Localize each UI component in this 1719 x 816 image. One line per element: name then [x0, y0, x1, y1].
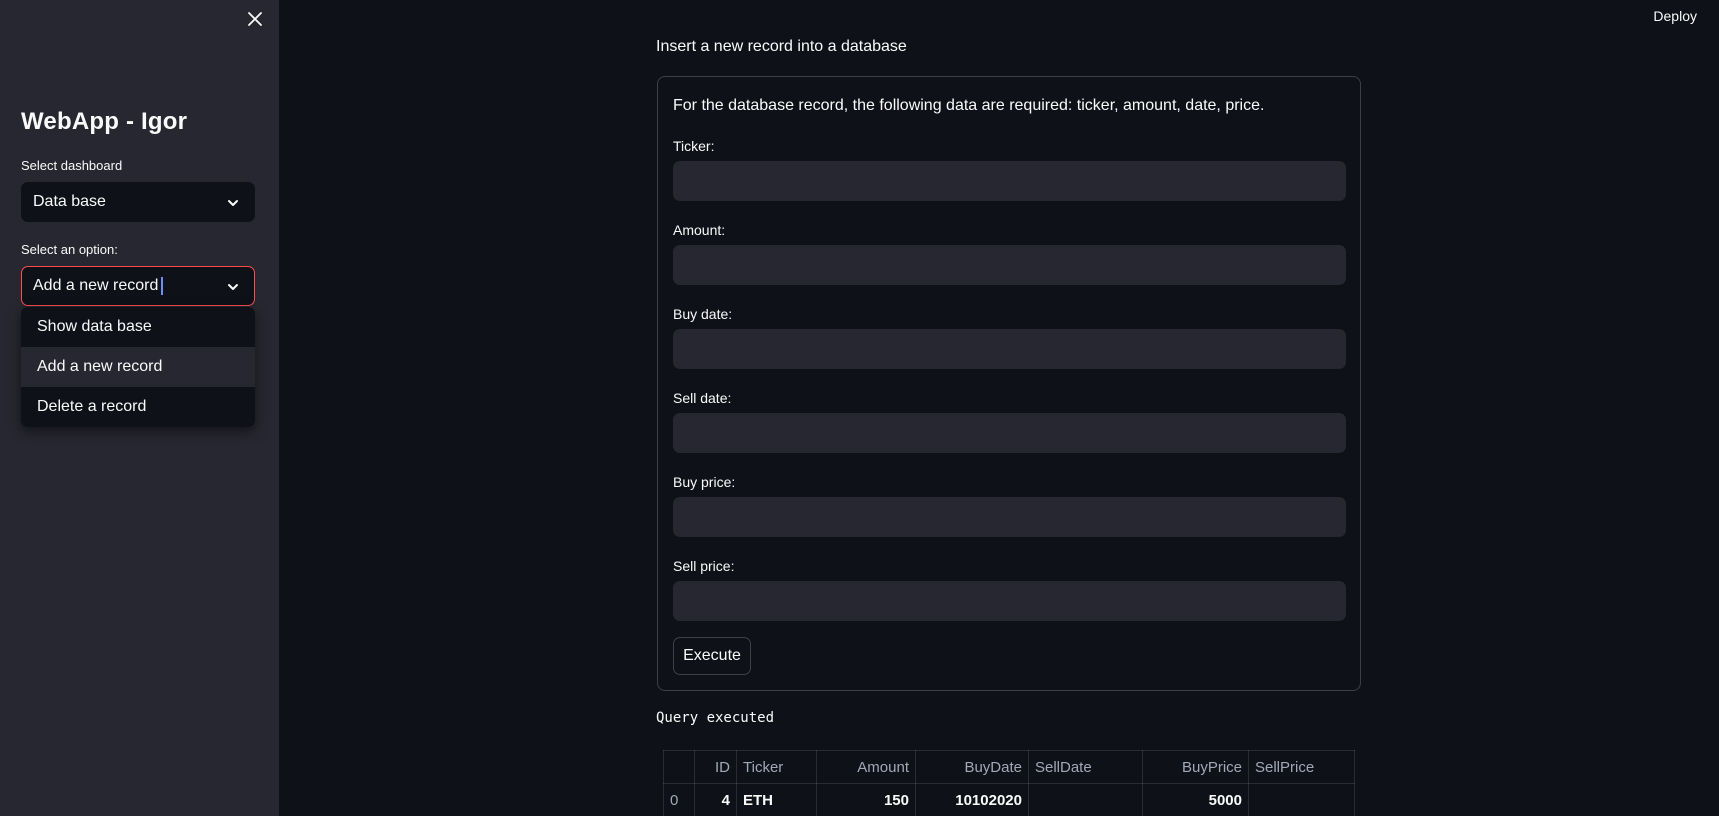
dashboard-select-value: Data base: [33, 193, 106, 210]
result-table: ID Ticker Amount BuyDate SellDate BuyPri…: [663, 750, 1355, 816]
sellprice-cell[interactable]: [1248, 783, 1355, 816]
sell-date-label: Sell date:: [673, 390, 732, 406]
buyprice-cell[interactable]: 5000: [1142, 783, 1249, 816]
table-header-index[interactable]: [663, 750, 695, 784]
option-delete-record[interactable]: Delete a record: [21, 387, 255, 427]
amount-cell[interactable]: 150: [816, 783, 916, 816]
option-dropdown-menu: Show data base Add a new record Delete a…: [21, 307, 255, 427]
buy-date-input[interactable]: [673, 329, 1346, 369]
option-select-label: Select an option:: [21, 242, 118, 257]
amount-label: Amount:: [673, 222, 726, 238]
table-header-amount[interactable]: Amount: [816, 750, 916, 784]
option-show-data-base[interactable]: Show data base: [21, 307, 255, 347]
buydate-cell[interactable]: 10102020: [915, 783, 1029, 816]
sidebar: WebApp - Igor Select dashboard Data base…: [0, 0, 279, 816]
ticker-cell[interactable]: ETH: [736, 783, 817, 816]
amount-input[interactable]: [673, 245, 1346, 285]
option-select[interactable]: Add a new record: [21, 266, 255, 306]
chevron-down-icon: [228, 200, 238, 206]
app-title: WebApp - Igor: [21, 108, 188, 135]
sell-price-input[interactable]: [673, 581, 1346, 621]
buy-date-label: Buy date:: [673, 306, 733, 322]
table-header-row: ID Ticker Amount BuyDate SellDate BuyPri…: [663, 750, 1355, 784]
chevron-down-icon: [228, 284, 238, 290]
form-description: For the database record, the following d…: [673, 97, 1265, 114]
table-header-ticker[interactable]: Ticker: [736, 750, 817, 784]
dashboard-select-label: Select dashboard: [21, 158, 123, 173]
buy-price-label: Buy price:: [673, 474, 736, 490]
text-cursor: [161, 277, 164, 295]
sell-date-input[interactable]: [673, 413, 1346, 453]
option-add-new-record[interactable]: Add a new record: [21, 347, 255, 387]
table-header-sellprice[interactable]: SellPrice: [1248, 750, 1355, 784]
ticker-label: Ticker:: [673, 138, 715, 154]
dashboard-select[interactable]: Data base: [21, 182, 255, 222]
buy-price-input[interactable]: [673, 497, 1346, 537]
deploy-button[interactable]: Deploy: [1653, 8, 1697, 24]
close-sidebar-button[interactable]: [244, 8, 266, 30]
table-header-selldate[interactable]: SellDate: [1028, 750, 1143, 784]
table-header-buydate[interactable]: BuyDate: [915, 750, 1029, 784]
close-icon: [248, 12, 262, 26]
selldate-cell[interactable]: [1028, 783, 1143, 816]
table-header-buyprice[interactable]: BuyPrice: [1142, 750, 1249, 784]
ticker-input[interactable]: [673, 161, 1346, 201]
section-title: Insert a new record into a database: [656, 38, 907, 55]
row-index-cell[interactable]: 0: [663, 783, 695, 816]
table-header-id[interactable]: ID: [694, 750, 737, 784]
sell-price-label: Sell price:: [673, 558, 735, 574]
execute-button[interactable]: Execute: [673, 637, 751, 675]
id-cell[interactable]: 4: [694, 783, 737, 816]
table-row: 0 4 ETH 150 10102020 5000: [663, 783, 1355, 816]
record-form: For the database record, the following d…: [657, 76, 1361, 691]
option-select-value: Add a new record: [33, 277, 159, 294]
query-status-message: Query executed: [656, 710, 775, 726]
